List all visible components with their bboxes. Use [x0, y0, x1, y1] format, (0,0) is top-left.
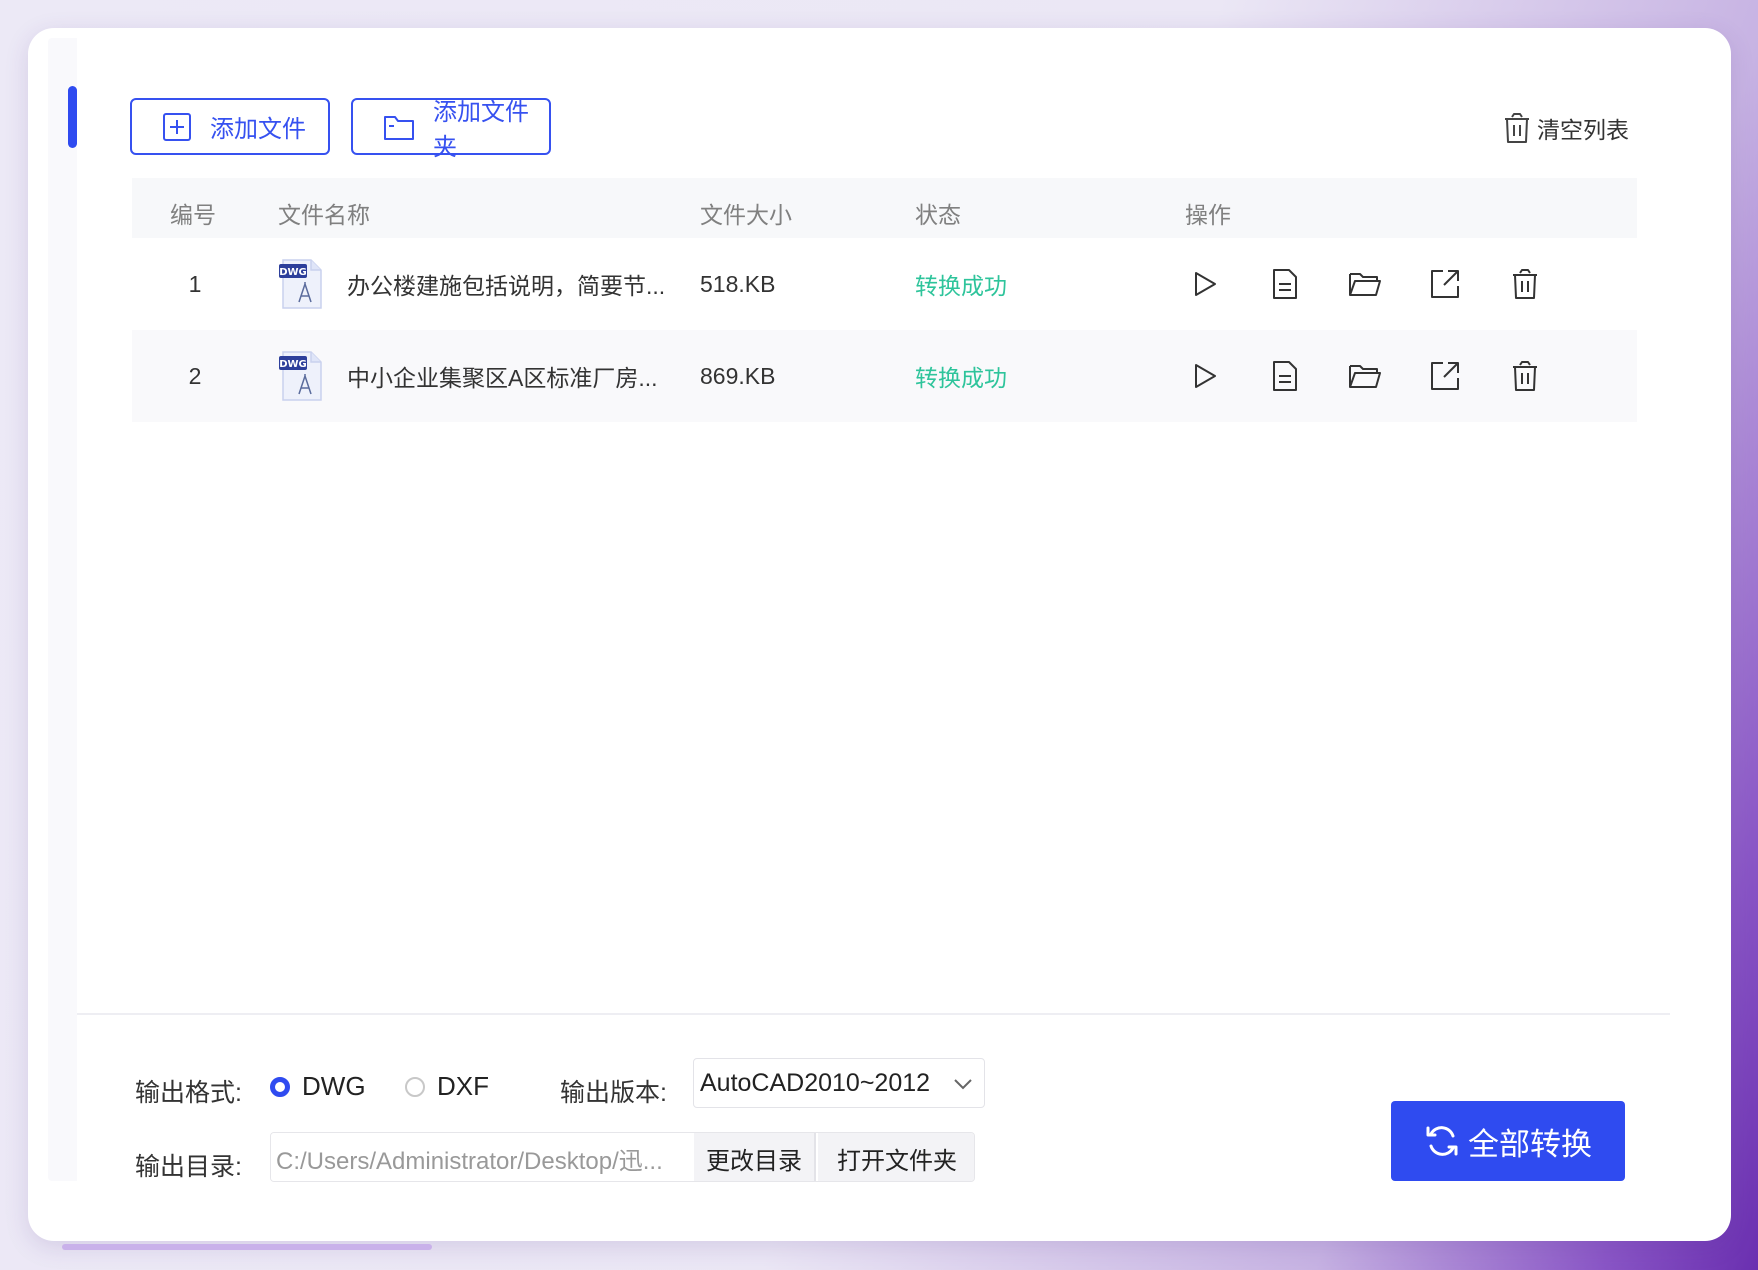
document-icon	[1273, 269, 1297, 299]
dwg-badge-text: DWG	[279, 267, 307, 278]
trash-icon	[1513, 269, 1537, 299]
format-radio-dwg[interactable]: DWG	[270, 1071, 366, 1102]
table-header: 编号 文件名称 文件大小 状态 操作	[132, 178, 1637, 238]
file-name: 办公楼建施包括说明，简要节...	[347, 273, 666, 299]
convert-all-label: 全部转换	[1468, 1126, 1592, 1162]
play-button[interactable]	[1185, 238, 1225, 330]
folder-open-icon	[1349, 365, 1381, 388]
file-name: 中小企业集聚区A区标准厂房...	[347, 365, 658, 391]
header-status: 状态	[915, 202, 961, 228]
file-size: 518.KB	[700, 270, 776, 297]
open-folder-button[interactable]	[1345, 330, 1385, 422]
play-button[interactable]	[1185, 330, 1225, 422]
delete-button[interactable]	[1505, 330, 1545, 422]
output-dir-input[interactable]	[271, 1133, 694, 1181]
dwg-file-icon: DWG	[277, 238, 325, 330]
format-dwg-label: DWG	[302, 1071, 366, 1101]
add-file-label: 添加文件	[210, 116, 306, 143]
header-number: 编号	[170, 202, 216, 228]
version-select-value: AutoCAD2010~2012	[700, 1068, 931, 1097]
table-row[interactable]: 2 DWG 中小企业集聚区A区标准厂房... 869.KB 转换成功	[132, 330, 1637, 422]
play-icon	[1195, 272, 1216, 296]
add-folder-button[interactable]: 添加文件夹	[351, 98, 551, 161]
add-folder-label: 添加文件夹	[433, 98, 529, 161]
delete-button[interactable]	[1505, 238, 1545, 330]
dwg-badge-text: DWG	[279, 359, 307, 370]
output-version-label: 输出版本:	[560, 1079, 667, 1107]
output-format-label: 输出格式:	[135, 1079, 242, 1107]
change-dir-button[interactable]: 更改目录	[694, 1133, 816, 1181]
format-radio-dxf[interactable]: DXF	[405, 1071, 489, 1102]
add-file-icon	[163, 112, 191, 141]
active-indicator	[68, 86, 77, 148]
convert-all-button[interactable]: 全部转换	[1391, 1101, 1625, 1181]
view-document-button[interactable]	[1265, 238, 1305, 330]
table-row[interactable]: 1 DWG 办公楼建施包括说明，简要节... 518.KB 转换成功	[132, 238, 1637, 330]
open-folder-button[interactable]: 打开文件夹	[818, 1133, 974, 1181]
header-filesize: 文件大小	[700, 202, 792, 228]
view-document-button[interactable]	[1265, 330, 1305, 422]
dwg-file-icon: DWG	[277, 330, 325, 422]
header-filename: 文件名称	[278, 202, 370, 228]
folder-icon	[384, 115, 414, 140]
external-link-icon	[1431, 362, 1459, 390]
output-dir-label: 输出目录:	[135, 1153, 242, 1181]
row-number: 2	[188, 362, 202, 389]
file-size: 869.KB	[700, 362, 776, 389]
document-icon	[1273, 361, 1297, 391]
clear-list-button[interactable]: 清空列表	[1503, 108, 1629, 148]
format-dxf-label: DXF	[437, 1071, 489, 1101]
trash-icon	[1505, 113, 1529, 143]
window-accent-bar	[62, 1244, 432, 1250]
play-icon	[1195, 364, 1216, 388]
external-link-icon	[1431, 270, 1459, 298]
refresh-icon	[1426, 1126, 1458, 1156]
export-button[interactable]	[1425, 330, 1465, 422]
export-button[interactable]	[1425, 238, 1465, 330]
output-dir-group: 更改目录 打开文件夹	[270, 1132, 975, 1182]
trash-icon	[1513, 361, 1537, 391]
header-actions: 操作	[1185, 202, 1231, 228]
row-number: 1	[188, 270, 202, 297]
folder-open-icon	[1349, 273, 1381, 296]
open-folder-button[interactable]	[1345, 238, 1385, 330]
version-select[interactable]: AutoCAD2010~2012	[693, 1058, 985, 1108]
clear-list-label: 清空列表	[1537, 117, 1629, 143]
radio-unselected-icon	[405, 1076, 425, 1097]
status-badge: 转换成功	[915, 365, 1007, 391]
radio-selected-icon	[270, 1076, 290, 1097]
status-badge: 转换成功	[915, 273, 1007, 299]
chevron-down-icon	[954, 1079, 972, 1090]
file-table: 编号 文件名称 文件大小 状态 操作 1 DWG 办公楼建施包括说明，简要节..…	[132, 178, 1637, 990]
add-file-button[interactable]: 添加文件	[130, 98, 330, 155]
